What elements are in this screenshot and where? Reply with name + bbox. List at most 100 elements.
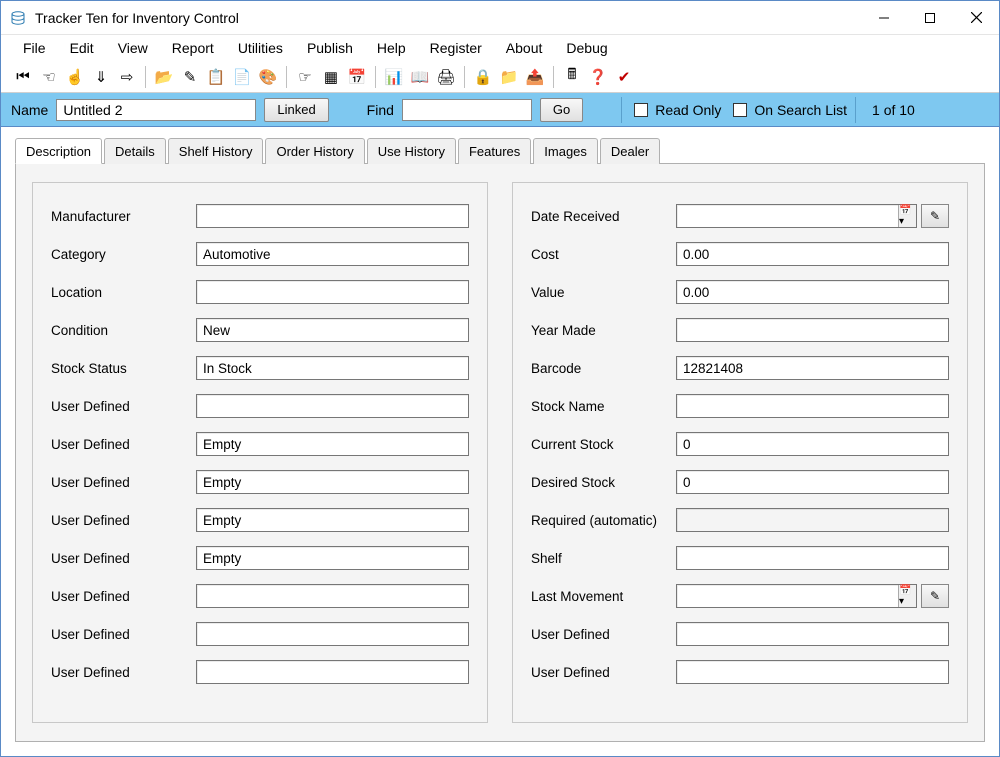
field-input[interactable] [196, 356, 469, 380]
date-dropdown-icon[interactable]: 📅▾ [898, 205, 916, 227]
field-row: Location [51, 273, 469, 311]
calc-icon[interactable]: 🖩 [560, 65, 584, 89]
go-button[interactable]: Go [540, 98, 583, 122]
maximize-button[interactable] [907, 2, 953, 34]
menu-debug[interactable]: Debug [556, 37, 617, 59]
edit-icon[interactable]: ✎ [178, 65, 202, 89]
field-input[interactable] [676, 546, 949, 570]
nav-up-icon[interactable]: ☝ [63, 65, 87, 89]
field-label: Last Movement [531, 589, 676, 604]
field-label: User Defined [51, 475, 196, 490]
field-row: Stock Name [531, 387, 949, 425]
field-input[interactable] [196, 432, 469, 456]
separator [855, 97, 856, 123]
help-icon[interactable]: ❓ [586, 65, 610, 89]
titlebar: Tracker Ten for Inventory Control [1, 1, 999, 35]
readonly-label: Read Only [655, 102, 721, 118]
tab-features[interactable]: Features [458, 138, 531, 164]
field-input[interactable] [676, 318, 949, 342]
field-row: Cost [531, 235, 949, 273]
tab-images[interactable]: Images [533, 138, 598, 164]
onsearch-checkbox[interactable]: On Search List [729, 100, 847, 120]
date-dropdown-icon[interactable]: 📅▾ [898, 585, 916, 607]
find-input[interactable] [402, 99, 532, 121]
field-input[interactable] [196, 660, 469, 684]
nav-next-icon[interactable]: ⇨ [115, 65, 139, 89]
menu-edit[interactable]: Edit [60, 37, 104, 59]
linked-button[interactable]: Linked [264, 98, 328, 122]
tab-order-history[interactable]: Order History [265, 138, 364, 164]
nav-down-icon[interactable]: ⇓ [89, 65, 113, 89]
menu-help[interactable]: Help [367, 37, 416, 59]
field-input[interactable] [676, 394, 949, 418]
field-input[interactable] [196, 394, 469, 418]
field-input[interactable] [676, 622, 949, 646]
field-input[interactable] [676, 432, 949, 456]
tab-details[interactable]: Details [104, 138, 166, 164]
field-input[interactable] [196, 280, 469, 304]
lock-icon[interactable]: 🔒 [471, 65, 495, 89]
tab-use-history[interactable]: Use History [367, 138, 456, 164]
grid-icon[interactable]: ▦ [319, 65, 343, 89]
nav-prev-icon[interactable]: ☜ [37, 65, 61, 89]
calendar-icon[interactable]: 📅 [345, 65, 369, 89]
menu-report[interactable]: Report [162, 37, 224, 59]
folder-icon[interactable]: 📁 [497, 65, 521, 89]
field-row: User Defined [51, 463, 469, 501]
field-input[interactable] [196, 546, 469, 570]
book-icon[interactable]: 📖 [408, 65, 432, 89]
toolbar-separator [145, 66, 146, 88]
field-label: Value [531, 285, 676, 300]
field-input[interactable] [196, 242, 469, 266]
field-input[interactable] [676, 470, 949, 494]
date-input[interactable] [676, 584, 917, 608]
menu-view[interactable]: View [108, 37, 158, 59]
open-icon[interactable]: 📂 [152, 65, 176, 89]
date-input[interactable] [676, 204, 917, 228]
field-row: Current Stock [531, 425, 949, 463]
field-input[interactable] [676, 660, 949, 684]
field-row: Shelf [531, 539, 949, 577]
readonly-checkbox-input[interactable] [634, 103, 648, 117]
chart-icon[interactable]: 📊 [382, 65, 406, 89]
tab-dealer[interactable]: Dealer [600, 138, 660, 164]
field-input[interactable] [196, 622, 469, 646]
menu-register[interactable]: Register [420, 37, 492, 59]
field-row: Condition [51, 311, 469, 349]
paste-icon[interactable]: 📄 [230, 65, 254, 89]
date-edit-button[interactable]: ✎ [921, 584, 949, 608]
field-input[interactable] [196, 204, 469, 228]
field-row: User Defined [51, 653, 469, 691]
name-input[interactable] [56, 99, 256, 121]
field-input[interactable] [196, 318, 469, 342]
readonly-checkbox[interactable]: Read Only [630, 100, 721, 120]
field-row: User Defined [51, 577, 469, 615]
field-label: User Defined [531, 665, 676, 680]
menu-publish[interactable]: Publish [297, 37, 363, 59]
field-input[interactable] [676, 356, 949, 380]
tab-shelf-history[interactable]: Shelf History [168, 138, 264, 164]
menu-file[interactable]: File [13, 37, 56, 59]
field-label: User Defined [51, 665, 196, 680]
copy-icon[interactable]: 📋 [204, 65, 228, 89]
menu-utilities[interactable]: Utilities [228, 37, 293, 59]
check-icon[interactable]: ✔ [612, 65, 636, 89]
field-input[interactable] [196, 470, 469, 494]
tab-description[interactable]: Description [15, 138, 102, 164]
minimize-button[interactable] [861, 2, 907, 34]
field-input[interactable] [196, 508, 469, 532]
menu-about[interactable]: About [496, 37, 553, 59]
field-label: Year Made [531, 323, 676, 338]
export-icon[interactable]: 📤 [523, 65, 547, 89]
field-row: Barcode [531, 349, 949, 387]
palette-icon[interactable]: 🎨 [256, 65, 280, 89]
pointer-icon[interactable]: ☞ [293, 65, 317, 89]
field-input[interactable] [196, 584, 469, 608]
onsearch-checkbox-input[interactable] [733, 103, 747, 117]
close-button[interactable] [953, 2, 999, 34]
print-icon[interactable]: 🖨 [434, 65, 458, 89]
field-input[interactable] [676, 242, 949, 266]
field-input[interactable] [676, 280, 949, 304]
date-edit-button[interactable]: ✎ [921, 204, 949, 228]
nav-first-icon[interactable]: ⏮ [11, 65, 35, 89]
